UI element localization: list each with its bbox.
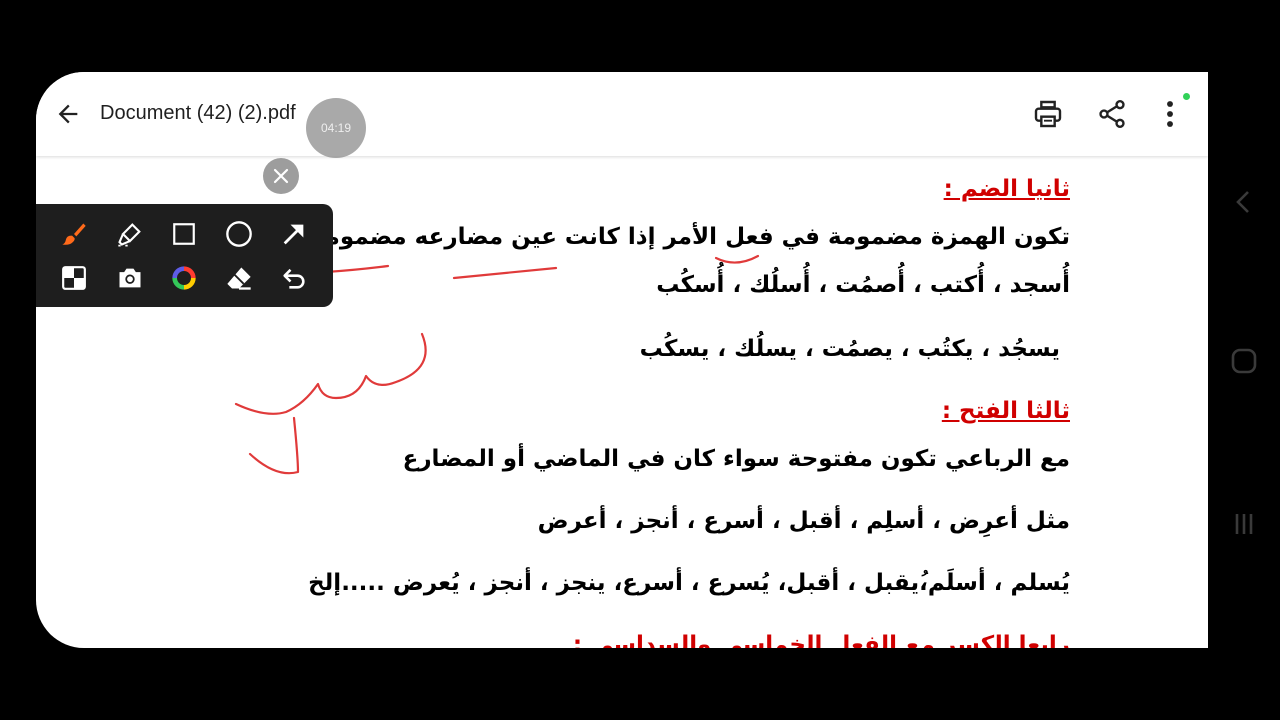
document-line: تكون الهمزة مضمومة في فعل الأمر إذا كانت…: [242, 224, 1070, 250]
recording-status-dot: [1183, 93, 1190, 100]
pdf-viewer-screen: Document (42) (2).pdf 04:19 ثانيا الضم :…: [36, 72, 1208, 648]
close-toolbox-button[interactable]: [263, 158, 299, 194]
heading-damma: ثانيا الضم :: [943, 176, 1070, 202]
eraser-icon[interactable]: [223, 262, 255, 294]
heading-kasra-partial: رابعا الكسر مع الفعل الخماسي والسداسي :: [572, 632, 1070, 648]
nav-recents-icon[interactable]: [1232, 512, 1256, 536]
recording-timer[interactable]: 04:19: [306, 98, 366, 158]
rectangle-icon[interactable]: [168, 218, 200, 250]
mosaic-icon[interactable]: [58, 262, 90, 294]
document-line: مع الرباعي تكون مفتوحة سواء كان في الماض…: [402, 446, 1070, 472]
nav-back-icon[interactable]: [1232, 188, 1256, 216]
brush-icon[interactable]: [58, 218, 90, 250]
close-icon: [273, 168, 289, 184]
undo-icon[interactable]: [278, 262, 310, 294]
back-arrow-icon[interactable]: [54, 100, 82, 128]
app-bar: Document (42) (2).pdf: [36, 72, 1208, 156]
nav-home-icon[interactable]: [1230, 347, 1258, 375]
highlighter-icon[interactable]: [114, 218, 146, 250]
document-line: يسجُد ، يكتُب ، يصمُت ، يسلُك ، يسكُب: [639, 336, 1060, 362]
more-vert-icon[interactable]: [1154, 98, 1186, 130]
document-line: يُسلم ، أسلَم،ُيقبل ، أقبل، يُسرع ، أسرع…: [308, 570, 1070, 596]
camera-icon[interactable]: [114, 262, 146, 294]
arrow-icon[interactable]: [278, 218, 310, 250]
annotation-toolbox: [36, 204, 333, 307]
document-title: Document (42) (2).pdf: [100, 102, 296, 124]
document-line: أُسجد ، أُكتب ، أُصمُت ، أُسلُك ، أُسكُب: [656, 272, 1070, 298]
heading-fatha: ثالثا الفتح :: [941, 398, 1070, 424]
share-icon[interactable]: [1096, 98, 1128, 130]
color-wheel-icon[interactable]: [168, 262, 200, 294]
circle-icon[interactable]: [223, 218, 255, 250]
document-line: مثل أعرِض ، أسلِم ، أقبل ، أسرع ، أنجز ،…: [537, 508, 1070, 534]
print-icon[interactable]: [1032, 98, 1064, 130]
